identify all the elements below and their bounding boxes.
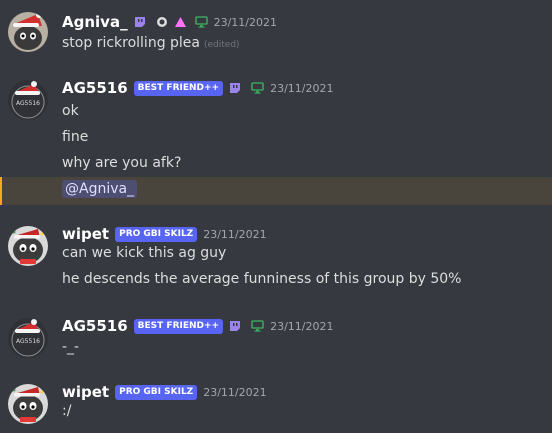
- twitch-icon[interactable]: [134, 16, 146, 28]
- message-text: why are you afk?: [62, 155, 182, 171]
- message-text: can we kick this ag guy: [62, 245, 227, 261]
- timestamp: 23/11/2021: [270, 81, 334, 95]
- message-group: Agniva_ 23/11/2021 stop rickrolling plea…: [0, 12, 552, 56]
- message-line: he descends the average funniness of thi…: [0, 268, 552, 294]
- message-line: stop rickrolling plea (edited): [0, 32, 552, 58]
- message-line: fine: [0, 126, 552, 152]
- message-header: AG5516 BEST FRIEND++ 23/11/2021: [62, 316, 334, 336]
- username[interactable]: Agniva_: [62, 13, 128, 31]
- message-line: can we kick this ag guy: [0, 242, 552, 268]
- twitch-icon[interactable]: [229, 320, 241, 332]
- message-line: ok: [0, 100, 552, 126]
- role-tag: PRO GBI SKILZ: [115, 226, 198, 242]
- message-text: ok: [62, 103, 79, 119]
- timestamp: 23/11/2021: [203, 385, 267, 399]
- edited-label: (edited): [204, 40, 240, 50]
- message-header: wipet PRO GBI SKILZ 23/11/2021: [62, 382, 267, 402]
- timestamp: 23/11/2021: [203, 227, 267, 241]
- message-text: he descends the average funniness of thi…: [62, 271, 462, 287]
- hypesquad-icon[interactable]: [156, 16, 168, 28]
- timestamp: 23/11/2021: [213, 15, 277, 29]
- message-group: wipet PRO GBI SKILZ 23/11/2021 can we ki…: [0, 224, 552, 294]
- message-text: :/: [62, 403, 72, 419]
- nitro-triangle-icon[interactable]: [174, 16, 187, 28]
- username[interactable]: wipet: [62, 383, 109, 401]
- message-text: fine: [62, 129, 89, 145]
- username[interactable]: AG5516: [62, 79, 128, 97]
- message-line: -_-: [0, 336, 552, 362]
- message-line: :/: [0, 400, 552, 426]
- role-tag: BEST FRIEND++: [133, 318, 224, 334]
- message-header: Agniva_ 23/11/2021: [62, 12, 277, 32]
- mention-message-line: @Agniva_: [0, 177, 552, 205]
- user-mention[interactable]: @Agniva_: [62, 180, 138, 198]
- username[interactable]: wipet: [62, 225, 109, 243]
- role-tag: BEST FRIEND++: [133, 80, 224, 96]
- message-header: wipet PRO GBI SKILZ 23/11/2021: [62, 224, 267, 244]
- twitch-icon[interactable]: [229, 82, 241, 94]
- desktop-monitor-icon: [251, 82, 264, 94]
- message-group: AG5516 AG5516 BEST FRIEND++ 23/11/2021 -…: [0, 316, 552, 360]
- desktop-monitor-icon: [194, 16, 208, 28]
- message-header: AG5516 BEST FRIEND++ 23/11/2021: [62, 78, 334, 98]
- timestamp: 23/11/2021: [270, 319, 334, 333]
- message-text: -_-: [62, 339, 80, 355]
- role-tag: PRO GBI SKILZ: [115, 384, 198, 400]
- message-text: stop rickrolling plea: [62, 35, 200, 51]
- message-group: wipet PRO GBI SKILZ 23/11/2021 :/: [0, 382, 552, 430]
- chat-messages: Agniva_ 23/11/2021 stop rickrolling plea…: [0, 0, 552, 433]
- message-group: AG5516 AG5516 BEST FRIEND++ 23/11/2021 o…: [0, 78, 552, 206]
- desktop-monitor-icon: [251, 320, 264, 332]
- username[interactable]: AG5516: [62, 317, 128, 335]
- message-line: why are you afk?: [0, 152, 552, 178]
